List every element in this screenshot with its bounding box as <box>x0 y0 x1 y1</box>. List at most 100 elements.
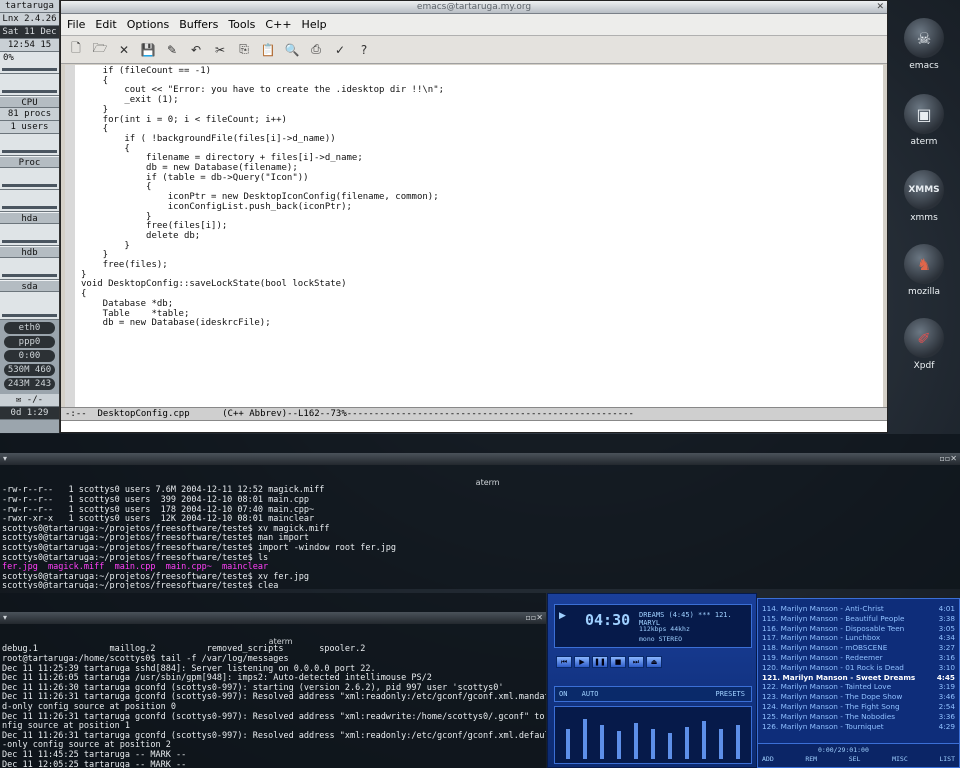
eq-slider[interactable] <box>736 725 741 759</box>
menu-file[interactable]: File <box>67 14 85 35</box>
cpu-percent: 0% <box>3 53 14 63</box>
search-icon[interactable]: 🔍 <box>283 41 301 59</box>
close-buffer-icon[interactable]: ✕ <box>115 41 133 59</box>
xmms-bitrate: 112kbps 44khz <box>639 625 690 633</box>
dock-xpdf[interactable]: ✐ Xpdf <box>888 318 960 371</box>
terminal-line: Dec 11 12:05:25 tartaruga -- MARK -- <box>2 759 187 768</box>
eq-slider[interactable] <box>668 733 672 759</box>
menu-help[interactable]: Help <box>302 14 327 35</box>
emacs-titlebar[interactable]: emacs@tartaruga.my.org ✕ <box>61 1 887 14</box>
prev-button[interactable]: ⏮ <box>556 656 572 668</box>
xmms-player: ▶ 04:30 DREAMS (4:45) *** 121. MARYL 112… <box>547 593 757 768</box>
cpu-label[interactable]: CPU <box>0 96 59 108</box>
emacs-title: emacs@tartaruga.my.org <box>416 2 532 12</box>
print-icon[interactable]: ⎙ <box>307 41 325 59</box>
eq-slider[interactable] <box>582 719 587 759</box>
sda-label[interactable]: sda <box>0 280 59 292</box>
dock-aterm[interactable]: ▣ aterm <box>888 94 960 147</box>
hdb-label[interactable]: hdb <box>0 246 59 258</box>
eq-slider[interactable] <box>719 729 724 759</box>
playlist-item[interactable]: 120. Marilyn Manson - 01 Rock is Dead 3:1… <box>762 663 955 673</box>
help-icon[interactable]: ? <box>355 41 373 59</box>
eq-slider[interactable] <box>702 721 707 759</box>
eq-slider[interactable] <box>650 729 655 759</box>
timer-pill[interactable]: 0:00 <box>4 350 55 362</box>
playlist-item[interactable]: 116. Marilyn Manson - Disposable Teen 3:0… <box>762 624 955 634</box>
playlist-item[interactable]: 122. Marilyn Manson - Tainted Love 3:19 <box>762 682 955 692</box>
save-icon[interactable]: 💾 <box>139 41 157 59</box>
playlist-item-title: 124. Marilyn Manson - The Fight Song <box>762 701 900 711</box>
menu-options[interactable]: Options <box>127 14 169 35</box>
eq-slider[interactable] <box>565 729 570 759</box>
stop-button[interactable]: ■ <box>610 656 626 668</box>
menu-buffers[interactable]: Buffers <box>179 14 218 35</box>
customize-icon[interactable]: ✓ <box>331 41 349 59</box>
emacs-minibuffer[interactable] <box>61 421 887 432</box>
dock-mozilla[interactable]: ♞ mozilla <box>888 244 960 297</box>
playlist-rem-button[interactable]: REM <box>805 755 817 765</box>
proc-label[interactable]: Proc <box>0 156 59 168</box>
playlist-item[interactable]: 123. Marilyn Manson - The Dope Show 3:46 <box>762 692 955 702</box>
procs-label: 81 procs <box>0 108 59 121</box>
code-line: _exit (1); <box>81 95 179 106</box>
playlist-misc-button[interactable]: MISC <box>892 755 908 765</box>
eq-presets-button[interactable]: PRESETS <box>715 687 745 701</box>
window-buttons-icon[interactable]: ▫▫✕ <box>525 612 543 624</box>
menu-edit[interactable]: Edit <box>95 14 116 35</box>
playlist-sel-button[interactable]: SEL <box>849 755 861 765</box>
playlist-item[interactable]: 126. Marilyn Manson - Tourniquet 4:29 <box>762 722 955 732</box>
proc-graph-2 <box>0 168 59 190</box>
playlist-item[interactable]: 114. Marilyn Manson - Anti-Christ 4:01 <box>762 604 955 614</box>
dock-xmms-label: xmms <box>910 213 938 223</box>
ppp-pill[interactable]: ppp0 <box>4 336 55 348</box>
eq-on-toggle[interactable]: ON <box>559 690 567 698</box>
code-line: db = new Database(ideskrcFile); <box>81 318 271 329</box>
playlist-items: 114. Marilyn Manson - Anti-Christ 4:01 115… <box>758 599 959 731</box>
aterm-top-titlebar[interactable]: ▾ aterm ▫▫✕ <box>0 453 960 487</box>
eject-button[interactable]: ⏏ <box>646 656 662 668</box>
eq-slider[interactable] <box>599 725 604 759</box>
window-menu-icon[interactable]: ▾ <box>3 453 7 465</box>
aterm-bottom-titlebar[interactable]: ▾ aterm ▫▫✕ <box>0 612 546 646</box>
hda-label[interactable]: hda <box>0 212 59 224</box>
playlist-item[interactable]: 121. Marilyn Manson - Sweet Dreams 4:45 <box>762 673 955 683</box>
playlist-add-button[interactable]: ADD <box>762 755 774 765</box>
mail-label[interactable]: ✉ -/- <box>0 394 59 407</box>
playlist-item[interactable]: 115. Marilyn Manson - Beautiful People 3:… <box>762 614 955 624</box>
save-as-icon[interactable]: ✎ <box>163 41 181 59</box>
playlist-item-duration: 3:19 <box>938 682 955 692</box>
code-editor[interactable]: if (fileCount == -1) { cout << "Error: y… <box>65 65 883 407</box>
next-button[interactable]: ⏭ <box>628 656 644 668</box>
close-icon[interactable]: ✕ <box>876 1 884 14</box>
playlist-item-duration: 3:16 <box>938 652 955 662</box>
playlist-item[interactable]: 124. Marilyn Manson - The Fight Song 2:54 <box>762 702 955 712</box>
open-folder-icon[interactable]: 🗁 <box>91 41 109 59</box>
new-file-icon[interactable]: 🗋 <box>67 41 85 59</box>
play-button[interactable]: ▶ <box>574 656 590 668</box>
playlist-item[interactable]: 125. Marilyn Manson - The Nobodies 3:36 <box>762 712 955 722</box>
playlist-list-button[interactable]: LIST <box>939 755 955 765</box>
eq-auto-toggle[interactable]: AUTO <box>582 690 599 698</box>
window-menu-icon[interactable]: ▾ <box>3 612 7 624</box>
undo-icon[interactable]: ↶ <box>187 41 205 59</box>
xmms-mode: mono STEREO <box>639 635 683 643</box>
xmms-time[interactable]: 04:30 <box>585 611 630 629</box>
mail-icon: ✉ <box>15 395 27 405</box>
playlist-item[interactable]: 118. Marilyn Manson - mOBSCENE 3:27 <box>762 643 955 653</box>
menu-tools[interactable]: Tools <box>228 14 255 35</box>
dock-xmms[interactable]: XMMS xmms <box>888 170 960 223</box>
menu-cpp[interactable]: C++ <box>265 14 291 35</box>
terminal-icon: ▣ <box>904 94 944 134</box>
paste-icon[interactable]: 📋 <box>259 41 277 59</box>
playlist-item[interactable]: 119. Marilyn Manson - Redeemer 3:16 <box>762 653 955 663</box>
window-buttons-icon[interactable]: ▫▫✕ <box>939 453 957 465</box>
dock-emacs[interactable]: ☠ emacs <box>888 18 960 71</box>
eth-pill[interactable]: eth0 <box>4 322 55 334</box>
playlist-item[interactable]: 117. Marilyn Manson - Lunchbox 4:34 <box>762 633 955 643</box>
eq-slider[interactable] <box>616 731 621 759</box>
cut-icon[interactable]: ✂ <box>211 41 229 59</box>
pause-button[interactable]: ❚❚ <box>592 656 608 668</box>
eq-slider[interactable] <box>685 727 690 759</box>
copy-icon[interactable]: ⎘ <box>235 41 253 59</box>
eq-slider[interactable] <box>633 723 638 759</box>
